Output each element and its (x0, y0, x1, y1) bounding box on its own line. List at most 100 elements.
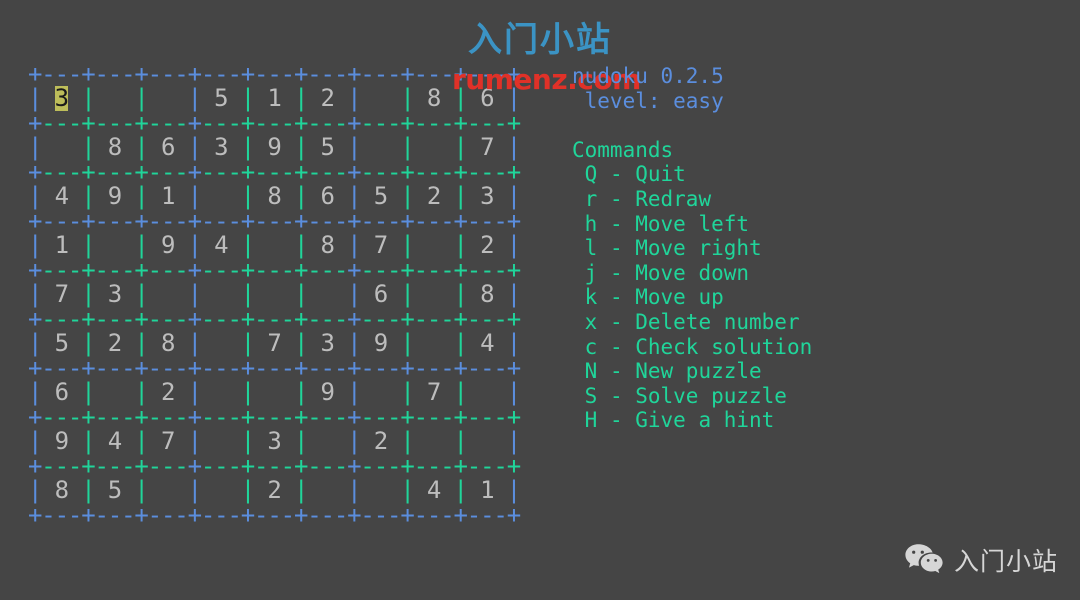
board-cell-r5c1[interactable]: 7 (55, 282, 69, 307)
board-cell-r8c3[interactable]: 7 (161, 429, 175, 454)
board-cell-r4c2[interactable] (108, 233, 121, 258)
board-cell-r4c3[interactable]: 9 (161, 233, 175, 258)
board-cell-r2c7[interactable] (374, 135, 387, 160)
board-cell-r9c8[interactable]: 4 (427, 478, 441, 503)
board-cell-r7c8[interactable]: 7 (427, 380, 441, 405)
board-vline: | (240, 378, 256, 406)
board-cell-r9c4[interactable] (214, 478, 227, 503)
board-cell-r8c1[interactable]: 9 (55, 429, 69, 454)
board-cell-r2c2[interactable]: 8 (108, 135, 122, 160)
board-cell-r7c3[interactable]: 2 (161, 380, 175, 405)
board-cell-r4c9[interactable]: 2 (480, 233, 494, 258)
board-cell-r5c7[interactable]: 6 (374, 282, 388, 307)
command-item-give-a-hint[interactable]: H - Give a hint (572, 408, 812, 433)
command-item-solve-puzzle[interactable]: S - Solve puzzle (572, 384, 812, 409)
board-separator-row: +---+---+---+---+---+---+---+---+---+ (28, 209, 521, 234)
board-cell-r2c9[interactable]: 7 (480, 135, 494, 160)
board-cell-r8c8[interactable] (427, 429, 440, 454)
board-cell-r5c3[interactable] (161, 282, 174, 307)
board-cell-r8c6[interactable] (321, 429, 334, 454)
board-cell-r9c7[interactable] (374, 478, 387, 503)
board-cell-r1c2[interactable] (108, 86, 121, 111)
board-cell-r6c2[interactable]: 2 (108, 331, 122, 356)
command-item-quit[interactable]: Q - Quit (572, 162, 812, 187)
board-cell-r7c1[interactable]: 6 (55, 380, 69, 405)
command-item-move-left[interactable]: h - Move left (572, 212, 812, 237)
board-cell-r3c6[interactable]: 6 (321, 184, 335, 209)
board-cell-r8c9[interactable] (480, 429, 493, 454)
board-cell-r1c1[interactable]: 3 (54, 86, 69, 111)
board-cell-r4c5[interactable] (267, 233, 280, 258)
board-cell-r8c4[interactable] (214, 429, 227, 454)
board-cell-r5c5[interactable] (267, 282, 280, 307)
board-cell-r2c4[interactable]: 3 (214, 135, 228, 160)
board-cell-r4c4[interactable]: 4 (214, 233, 228, 258)
sudoku-board[interactable]: +---+---+---+---+---+---+---+---+---+ | 3… (28, 62, 521, 529)
board-cell-r7c2[interactable] (108, 380, 121, 405)
commands-heading: Commands (572, 137, 674, 162)
board-cell-r2c1[interactable] (55, 135, 68, 160)
board-cell-r6c9[interactable]: 4 (480, 331, 494, 356)
board-cell-r9c2[interactable]: 5 (108, 478, 122, 503)
board-cell-r7c6[interactable]: 9 (321, 380, 335, 405)
board-cell-r8c2[interactable]: 4 (108, 429, 122, 454)
board-cell-r3c1[interactable]: 4 (55, 184, 69, 209)
command-item-move-down[interactable]: j - Move down (572, 261, 812, 286)
board-cell-r1c3[interactable] (161, 86, 174, 111)
board-cell-r2c6[interactable]: 5 (321, 135, 335, 160)
board-cell-r3c7[interactable]: 5 (374, 184, 388, 209)
board-cell-r4c8[interactable] (427, 233, 440, 258)
board-cell-r2c5[interactable]: 9 (267, 135, 281, 160)
board-cell-r2c3[interactable]: 6 (161, 135, 175, 160)
board-cell-r5c9[interactable]: 8 (480, 282, 494, 307)
board-cell-r5c4[interactable] (214, 282, 227, 307)
board-cell-r4c6[interactable]: 8 (321, 233, 335, 258)
command-item-check-solution[interactable]: c - Check solution (572, 335, 813, 360)
board-cell-r6c8[interactable] (427, 331, 440, 356)
board-cell-r1c8[interactable]: 8 (427, 86, 441, 111)
board-junction: + (28, 501, 43, 529)
board-cell-r3c4[interactable] (214, 184, 227, 209)
board-cell-r6c1[interactable]: 5 (55, 331, 69, 356)
board-cell-r5c6[interactable] (321, 282, 334, 307)
board-cell-r7c9[interactable] (480, 380, 493, 405)
board-cell-r9c9[interactable]: 1 (480, 478, 494, 503)
board-cell-r3c2[interactable]: 9 (108, 184, 122, 209)
board-cell-r8c7[interactable]: 2 (374, 429, 388, 454)
board-cell-r6c7[interactable]: 9 (374, 331, 388, 356)
board-cell-r4c1[interactable]: 1 (55, 233, 69, 258)
board-cell-r6c5[interactable]: 7 (267, 331, 281, 356)
command-item-move-up[interactable]: k - Move up (572, 285, 812, 310)
board-cell-r4c7[interactable]: 7 (374, 233, 388, 258)
board-cell-r9c1[interactable]: 8 (55, 478, 69, 503)
board-cell-r2c8[interactable] (427, 135, 440, 160)
board-cell-r7c5[interactable] (267, 380, 280, 405)
board-cell-r3c5[interactable]: 8 (267, 184, 281, 209)
board-cell-r3c8[interactable]: 2 (427, 184, 441, 209)
board-vline: | (81, 231, 96, 259)
board-cell-r8c5[interactable]: 3 (267, 429, 281, 454)
board-cell-r6c6[interactable]: 3 (321, 331, 335, 356)
board-vline: | (453, 476, 468, 504)
board-cell-r5c8[interactable] (427, 282, 440, 307)
board-cell-r5c2[interactable]: 3 (108, 282, 122, 307)
board-cell-r7c4[interactable] (214, 380, 227, 405)
board-cell-r1c6[interactable]: 2 (321, 86, 335, 111)
board-cell-r6c4[interactable] (214, 331, 227, 356)
board-cell-r1c4[interactable]: 5 (214, 86, 228, 111)
board-cell-r3c3[interactable]: 1 (161, 184, 175, 209)
board-cell-r3c9[interactable]: 3 (480, 184, 494, 209)
board-cell-r7c7[interactable] (374, 380, 387, 405)
board-cell-r1c7[interactable] (374, 86, 387, 111)
command-item-move-right[interactable]: l - Move right (572, 236, 812, 261)
command-item-redraw[interactable]: r - Redraw (572, 187, 812, 212)
board-cell-r9c5[interactable]: 2 (267, 478, 281, 503)
wechat-icon (904, 542, 944, 578)
command-item-new-puzzle[interactable]: N - New puzzle (572, 359, 812, 384)
board-cell-r6c3[interactable]: 8 (161, 331, 175, 356)
board-cell-r9c6[interactable] (321, 478, 334, 503)
command-key: N (572, 359, 598, 384)
board-cell-r1c5[interactable]: 1 (267, 86, 281, 111)
board-cell-r9c3[interactable] (161, 478, 174, 503)
command-item-delete-number[interactable]: x - Delete number (572, 310, 812, 335)
